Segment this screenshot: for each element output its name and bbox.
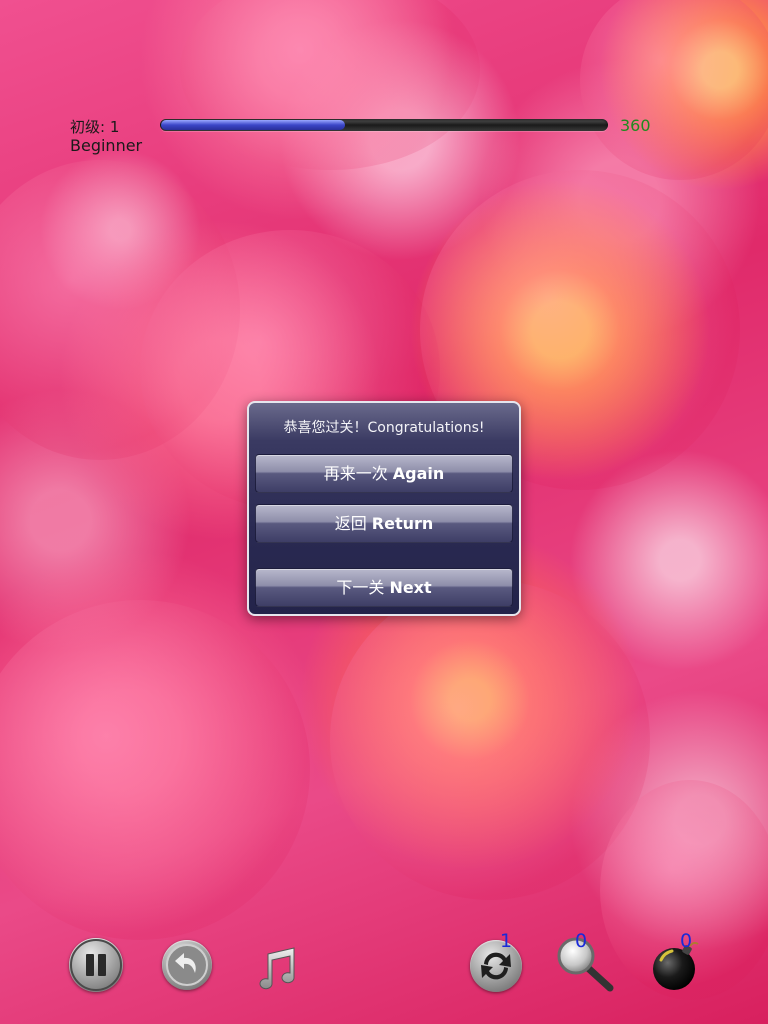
next-button[interactable]: 下一关 Next xyxy=(255,568,513,607)
bomb-icon xyxy=(653,941,699,990)
return-button[interactable]: 返回 Return xyxy=(255,504,513,543)
shuffle-icon xyxy=(481,952,511,980)
bomb-button[interactable] xyxy=(650,938,702,992)
return-label-cn: 返回 xyxy=(334,514,367,533)
score-value: 360 xyxy=(620,116,651,135)
next-label-en: Next xyxy=(389,578,432,597)
music-toggle-button[interactable] xyxy=(254,944,300,992)
undo-button[interactable] xyxy=(162,940,212,990)
hint-count: 0 xyxy=(575,930,588,952)
time-progress-fill xyxy=(161,120,345,130)
music-note-icon xyxy=(259,947,295,990)
pause-button[interactable] xyxy=(69,938,123,992)
level-label: 初级: 1 xyxy=(70,118,120,136)
again-button[interactable]: 再来一次 Again xyxy=(255,454,513,493)
time-progress-bar xyxy=(160,119,608,131)
difficulty-label: Beginner xyxy=(70,136,143,155)
shuffle-count: 1 xyxy=(500,930,513,952)
background-petal xyxy=(330,580,650,900)
background-petal xyxy=(0,600,310,940)
game-screen: 初级: 1 Beginner 360 恭喜您过关！Congratulations… xyxy=(0,0,768,1024)
dialog-title: 恭喜您过关！Congratulations! xyxy=(283,420,485,436)
again-label-en: Again xyxy=(392,464,445,483)
again-label-cn: 再来一次 xyxy=(323,464,388,483)
background-petal xyxy=(180,0,480,170)
undo-icon xyxy=(166,944,208,986)
level-complete-dialog: 恭喜您过关！Congratulations! 再来一次 Again 返回 Ret… xyxy=(247,401,521,616)
shuffle-button[interactable] xyxy=(470,940,522,992)
bomb-count: 0 xyxy=(680,930,693,952)
background-petal xyxy=(580,0,768,180)
next-label-cn: 下一关 xyxy=(336,578,385,597)
return-label-en: Return xyxy=(371,514,434,533)
pause-icon xyxy=(70,939,122,991)
